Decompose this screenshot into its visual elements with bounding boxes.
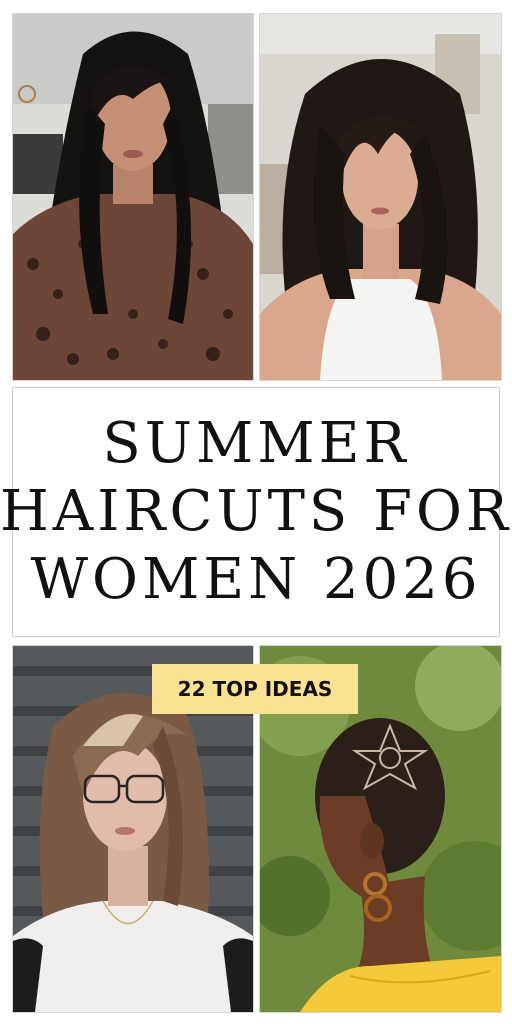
title-line-2: HAIRCUTS FOR xyxy=(0,479,512,544)
title-card: SUMMER HAIRCUTS FOR WOMEN 2026 xyxy=(0,387,508,637)
title-line-1: SUMMER xyxy=(102,411,410,476)
title-line-3: WOMEN 2026 xyxy=(30,547,482,612)
photo-long-layered-haircut xyxy=(12,13,254,381)
photo-shoulder-length-image xyxy=(260,14,501,380)
photo-shoulder-length-bangs xyxy=(259,13,502,381)
photo-long-layered-image xyxy=(13,14,253,380)
top-ideas-badge: 22 TOP IDEAS xyxy=(152,664,358,714)
